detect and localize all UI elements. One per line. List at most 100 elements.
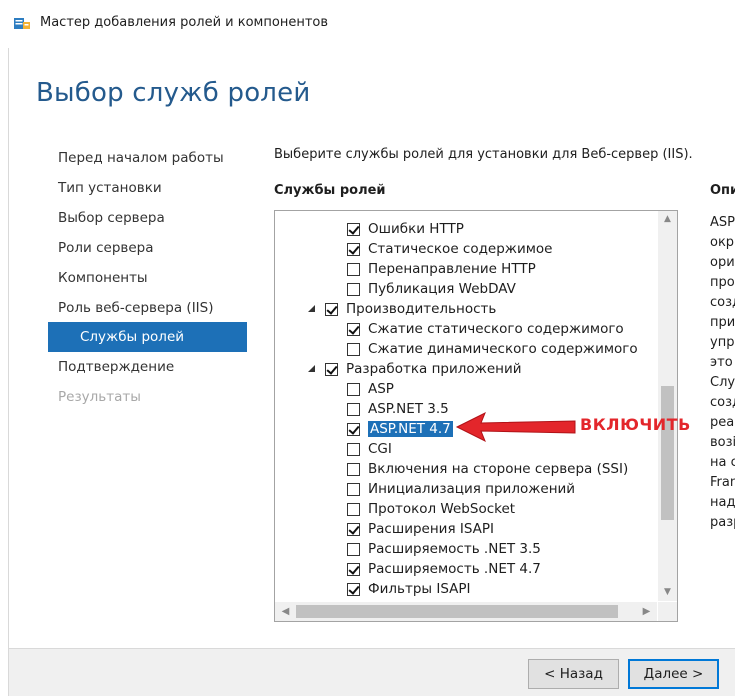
tree-item-label: Расширения ISAPI — [368, 521, 495, 537]
nav-item-before-you-begin[interactable]: Перед началом работы — [58, 150, 224, 166]
description-header: Опи — [710, 183, 735, 198]
tree-item-label: Сжатие динамического содержимого — [368, 341, 638, 357]
description-line: над — [710, 495, 735, 510]
description-line: ори — [710, 255, 735, 270]
tree-item-webdav-publishing[interactable]: Публикация WebDAV — [347, 279, 516, 299]
button-bar — [9, 649, 735, 696]
checkbox[interactable] — [347, 582, 360, 596]
nav-item-role-services[interactable]: Службы ролей — [80, 329, 184, 345]
tree-item-aspnet-35[interactable]: ASP.NET 3.5 — [347, 399, 449, 419]
description-line: при — [710, 315, 735, 330]
description-line: созд — [710, 295, 735, 310]
checkbox[interactable] — [347, 442, 360, 456]
role-services-header: Службы ролей — [274, 183, 386, 198]
tree-item-static-compression[interactable]: Сжатие статического содержимого — [347, 319, 624, 339]
back-button[interactable]: < Назад — [528, 659, 619, 689]
checkbox[interactable] — [347, 382, 360, 396]
tree-item-http-redirection[interactable]: Перенаправление HTTP — [347, 259, 536, 279]
scroll-right-icon[interactable]: ▶ — [638, 602, 655, 621]
vertical-scroll-thumb[interactable] — [661, 386, 674, 520]
server-manager-icon — [14, 18, 30, 29]
tree-item-http-errors[interactable]: Ошибки HTTP — [347, 219, 464, 239]
checkbox[interactable] — [347, 502, 360, 516]
tree-item-aspnet-47[interactable]: ASP.NET 4.7 — [347, 419, 453, 439]
checkbox[interactable] — [347, 282, 360, 296]
tree-item-ssi[interactable]: Включения на стороне сервера (SSI) — [347, 459, 628, 479]
checkbox[interactable] — [347, 342, 360, 356]
description-line: возі — [710, 435, 735, 450]
description-line: это — [710, 355, 733, 370]
tree-item-label: Включения на стороне сервера (SSI) — [368, 461, 629, 477]
tree-item-performance[interactable]: Производительность — [307, 299, 496, 319]
tree-item-static-content[interactable]: Статическое содержимое — [347, 239, 553, 259]
tree-item-net47-extensibility[interactable]: Расширяемость .NET 4.7 — [347, 559, 541, 579]
nav-item-confirmation[interactable]: Подтверждение — [58, 359, 174, 375]
checkbox[interactable] — [347, 262, 360, 276]
checkbox[interactable] — [347, 422, 360, 436]
checkbox[interactable] — [347, 462, 360, 476]
tree-item-label: Инициализация приложений — [368, 481, 576, 497]
tree-item-label: Ошибки HTTP — [368, 221, 464, 237]
description-line: разр — [710, 515, 735, 530]
tree-item-isapi-filters[interactable]: Фильтры ISAPI — [347, 579, 471, 599]
tree-item-isapi-extensions[interactable]: Расширения ISAPI — [347, 519, 494, 539]
description-line: созд — [710, 395, 735, 410]
checkbox[interactable] — [347, 542, 360, 556]
tree-item-app-init[interactable]: Инициализация приложений — [347, 479, 575, 499]
nav-item-server-roles[interactable]: Роли сервера — [58, 240, 154, 256]
horizontal-scrollbar[interactable]: ◀ ▶ — [275, 602, 657, 621]
expand-collapse-icon[interactable] — [307, 304, 317, 314]
tree-item-asp[interactable]: ASP — [347, 379, 394, 399]
nav-item-web-server-role[interactable]: Роль веб-сервера (IIS) — [58, 300, 214, 316]
scroll-left-icon[interactable]: ◀ — [277, 602, 294, 621]
tree-item-net35-extensibility[interactable]: Расширяемость .NET 3.5 — [347, 539, 541, 559]
vertical-scrollbar[interactable]: ▲ ▼ — [658, 211, 677, 601]
nav-item-server-selection[interactable]: Выбор сервера — [58, 210, 165, 226]
tree-item-label: Перенаправление HTTP — [368, 261, 536, 277]
next-button[interactable]: Далее > — [628, 659, 719, 689]
checkbox[interactable] — [347, 482, 360, 496]
checkbox[interactable] — [325, 302, 338, 316]
scroll-up-icon[interactable]: ▲ — [658, 211, 677, 228]
tree-item-label: Разработка приложений — [346, 361, 522, 377]
annotation-enable: ВКЛЮЧИТЬ — [580, 415, 691, 434]
window-left-border — [8, 0, 9, 696]
tree-item-label: Статическое содержимое — [368, 241, 553, 257]
tree-item-label: ASP.NET 4.7 — [368, 421, 453, 437]
tree-item-websocket[interactable]: Протокол WebSocket — [347, 499, 515, 519]
red-arrow-icon — [455, 411, 576, 443]
checkbox[interactable] — [347, 522, 360, 536]
description-line: упр — [710, 335, 735, 350]
checkbox[interactable] — [347, 322, 360, 336]
tree-item-label: Публикация WebDAV — [368, 281, 516, 297]
tree-item-label: CGI — [368, 441, 392, 457]
description-line: ASP — [710, 215, 735, 230]
checkbox[interactable] — [325, 362, 338, 376]
horizontal-scroll-thumb[interactable] — [296, 605, 618, 618]
nav-item-installation-type[interactable]: Тип установки — [58, 180, 162, 196]
tree-item-label: ASP — [368, 381, 394, 397]
description-line: Fran — [710, 475, 735, 490]
description-line: про — [710, 275, 735, 290]
checkbox[interactable] — [347, 562, 360, 576]
tree-item-application-development[interactable]: Разработка приложений — [307, 359, 522, 379]
checkbox[interactable] — [347, 222, 360, 236]
tree-item-dynamic-compression[interactable]: Сжатие динамического содержимого — [347, 339, 638, 359]
page-title: Выбор служб ролей — [36, 78, 311, 108]
checkbox[interactable] — [347, 242, 360, 256]
tree-item-label: Расширяемость .NET 3.5 — [368, 541, 541, 557]
tree-item-cgi[interactable]: CGI — [347, 439, 392, 459]
scrollbar-corner — [658, 602, 677, 621]
window-title: Мастер добавления ролей и компонентов — [40, 15, 329, 30]
description-line: реа — [710, 415, 735, 430]
description-line: окр — [710, 235, 735, 250]
checkbox[interactable] — [347, 402, 360, 416]
nav-item-features[interactable]: Компоненты — [58, 270, 148, 286]
description-line: на с — [710, 455, 735, 470]
tree-rows: Ошибки HTTP Статическое содержимое Перен… — [275, 211, 657, 601]
instruction-text: Выберите службы ролей для установки для … — [274, 147, 693, 162]
description-line: Слу — [710, 375, 735, 390]
scroll-down-icon[interactable]: ▼ — [658, 584, 677, 601]
expand-collapse-icon[interactable] — [307, 364, 317, 374]
title-bar: Мастер добавления ролей и компонентов — [0, 0, 735, 48]
